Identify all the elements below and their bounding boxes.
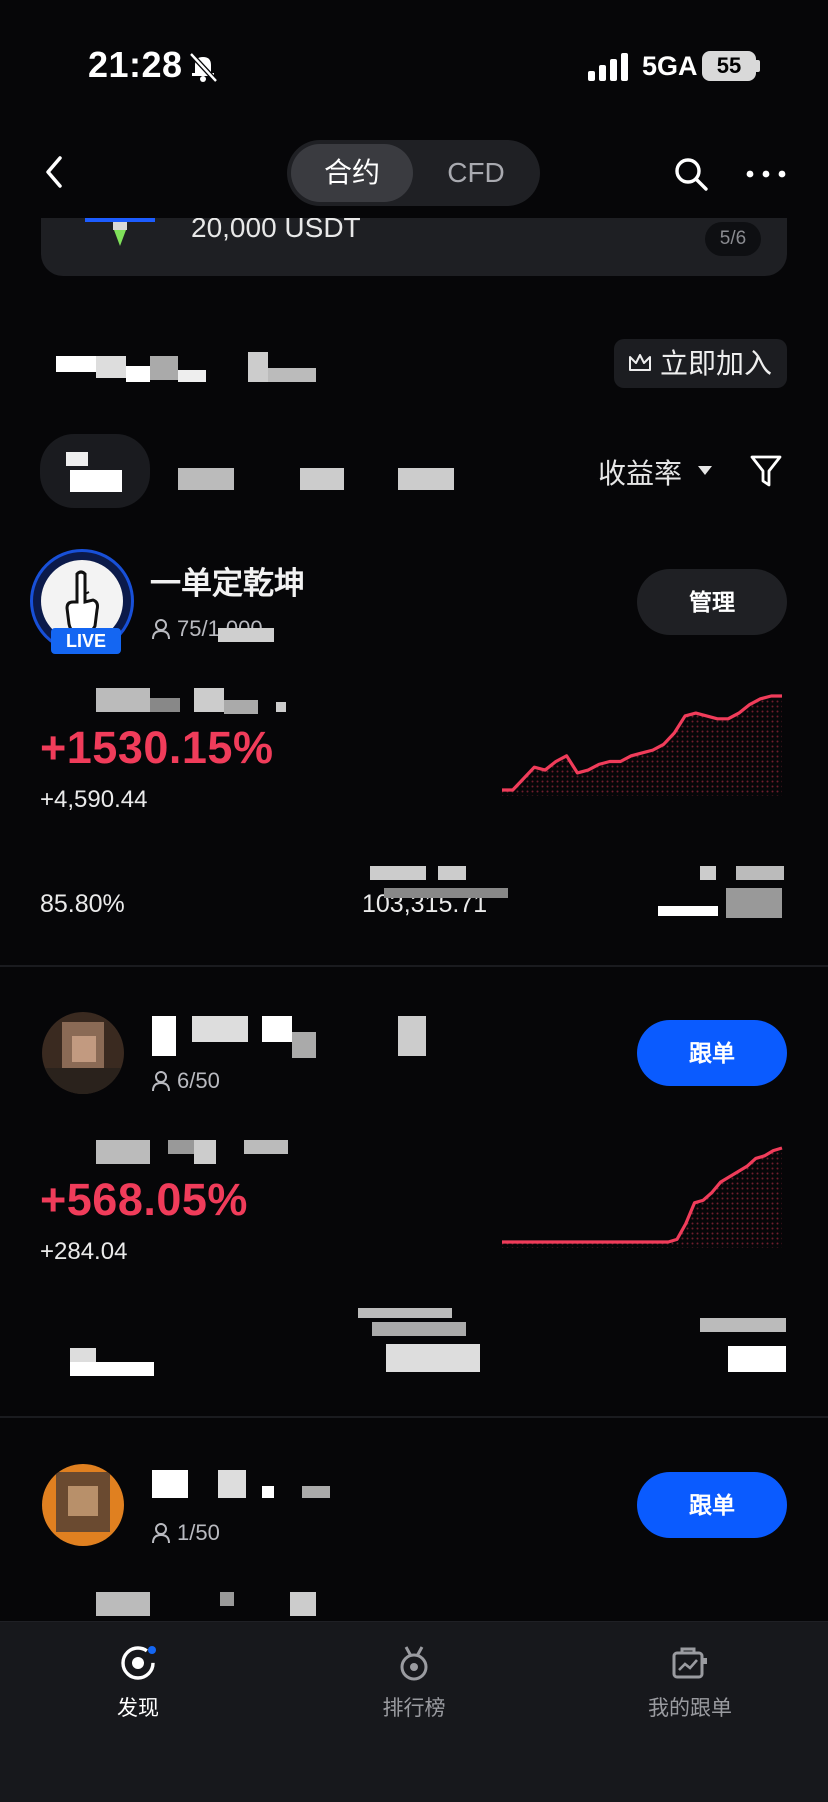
nav-item-leaderboard[interactable]: 排行榜 <box>314 1644 514 1722</box>
copy-trade-button[interactable]: 跟单 <box>637 1020 787 1086</box>
pnl-value: +4,590.44 <box>40 786 148 813</box>
card-divider <box>0 1416 828 1418</box>
person-icon <box>152 619 170 640</box>
market-type-switch: 合约 CFD <box>287 140 540 206</box>
trader-name: 一单定乾坤 <box>150 566 305 601</box>
bell-muted-icon <box>189 52 218 83</box>
search-icon[interactable] <box>673 156 709 192</box>
join-now-button[interactable]: 立即加入 <box>614 339 787 388</box>
copy-trade-icon <box>672 1647 707 1679</box>
avatar[interactable] <box>42 1464 124 1546</box>
nav-label-my-copy-trades: 我的跟单 <box>648 1697 732 1720</box>
more-dots-icon[interactable] <box>745 160 787 188</box>
manage-button[interactable]: 管理 <box>637 569 787 635</box>
roi-value: +1530.15% <box>40 722 274 773</box>
live-badge: LIVE <box>51 628 121 654</box>
nav-item-my-copy-trades[interactable]: 我的跟单 <box>590 1644 790 1722</box>
nav-label-leaderboard: 排行榜 <box>382 1697 446 1720</box>
follower-count: 1/50 <box>177 1520 220 1545</box>
sparkline-area <box>502 1148 782 1248</box>
chevron-down-icon[interactable] <box>698 466 712 475</box>
avatar[interactable] <box>42 1012 124 1094</box>
discover-icon <box>121 1646 156 1680</box>
medal-icon <box>400 1646 428 1681</box>
nav-item-discover[interactable]: 发现 <box>38 1644 238 1722</box>
roi-sparkline <box>502 1146 783 1248</box>
roi-value: +568.05% <box>40 1174 248 1225</box>
battery-indicator: 55 <box>702 51 756 81</box>
signal-icon <box>588 53 628 81</box>
crown-icon <box>629 354 651 371</box>
tab-cfd[interactable]: CFD <box>415 140 537 206</box>
bottom-nav: 发现 排行榜 我的跟单 <box>0 1621 828 1802</box>
sort-by-roi[interactable]: 收益率 <box>598 452 682 492</box>
network-type: 5GA <box>642 51 698 81</box>
follower-count: 6/50 <box>177 1068 220 1093</box>
banner-amount: 20,000 USDT <box>191 218 361 243</box>
pnl-value: +284.04 <box>40 1238 128 1265</box>
filter-icon[interactable] <box>750 454 782 488</box>
battery-tip <box>756 60 760 72</box>
win-rate-value: 85.80% <box>40 890 125 918</box>
nav-label-discover: 发现 <box>117 1697 159 1720</box>
card-divider <box>0 965 828 967</box>
promo-banner[interactable]: 20,000 USDT 5/6 <box>41 218 787 276</box>
join-now-label: 立即加入 <box>660 348 773 379</box>
person-icon <box>152 1071 170 1092</box>
rocket-icon <box>85 218 155 246</box>
chevron-left-icon[interactable] <box>40 152 70 192</box>
person-icon <box>152 1523 170 1544</box>
copy-trade-button[interactable]: 跟单 <box>637 1472 787 1538</box>
status-time: 21:28 <box>88 44 183 85</box>
roi-sparkline <box>502 694 782 796</box>
banner-page-indicator: 5/6 <box>705 222 761 256</box>
tab-contract[interactable]: 合约 <box>291 140 413 206</box>
